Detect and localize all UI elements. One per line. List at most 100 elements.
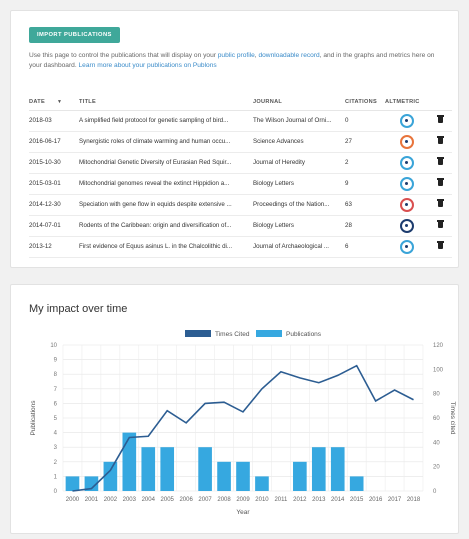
table-row[interactable]: 2013-12 First evidence of Equus asinus L.…	[29, 236, 452, 258]
y-axis-title: Publications	[30, 400, 37, 436]
x-tick-label: 2003	[123, 497, 137, 503]
publication-title[interactable]: Mitochondrial Genetic Diversity of Euras…	[79, 152, 253, 174]
y-tick-label: 7	[54, 387, 58, 393]
y-tick-label: 5	[54, 416, 58, 422]
altmetric-badge-icon[interactable]	[400, 197, 414, 212]
bar-publications	[236, 461, 250, 491]
publications-table: DATE ▼ TITLE JOURNAL CITATIONS ALTMETRIC …	[29, 95, 452, 258]
publication-journal: Journal of Archaeological ...	[253, 236, 345, 258]
date-header-label: DATE	[29, 99, 46, 106]
bar-publications	[198, 447, 212, 491]
x-tick-label: 2009	[236, 497, 250, 503]
altmetric-cell	[385, 215, 429, 237]
publication-date: 2014-07-01	[29, 215, 79, 237]
impact-card: My impact over time Times Cited Publicati…	[10, 284, 459, 534]
publication-title[interactable]: Rodents of the Caribbean: origin and div…	[79, 215, 253, 237]
delete-cell	[429, 110, 452, 132]
intro-prefix: Use this page to control the publication…	[29, 52, 218, 59]
altmetric-badge-icon[interactable]	[400, 218, 414, 233]
x-axis-title: Year	[236, 509, 250, 516]
learn-more-link[interactable]: Learn more about your publications on Pu…	[79, 62, 217, 69]
y-tick-label: 10	[50, 343, 57, 349]
publication-title[interactable]: Speciation with gene flow in equids desp…	[79, 194, 253, 216]
delete-cell	[429, 194, 452, 216]
x-tick-label: 2015	[350, 497, 364, 503]
publication-journal: Biology Letters	[253, 173, 345, 195]
altmetric-badge-icon[interactable]	[400, 113, 414, 128]
x-tick-label: 2013	[312, 497, 326, 503]
x-tick-label: 2004	[142, 497, 156, 503]
publication-journal: Proceedings of the Nation...	[253, 194, 345, 216]
impact-title: My impact over time	[29, 303, 128, 315]
import-publications-button[interactable]: IMPORT PUBLICATIONS	[29, 27, 120, 43]
journal-column-header[interactable]: JOURNAL	[253, 95, 345, 111]
trash-icon[interactable]	[437, 220, 444, 229]
y-tick-label: 4	[54, 431, 58, 437]
altmetric-badge-icon[interactable]	[400, 239, 414, 254]
y-tick-label: 3	[54, 445, 58, 451]
publication-journal: The Wilson Journal of Orni...	[253, 110, 345, 132]
x-tick-label: 2014	[331, 497, 345, 503]
public-profile-link[interactable]: public profile	[218, 52, 255, 59]
y2-axis-title: Times cited	[449, 402, 456, 435]
table-row[interactable]: 2014-12-30 Speciation with gene flow in e…	[29, 194, 452, 216]
altmetric-badge-icon[interactable]	[400, 134, 414, 149]
y-tick-label: 9	[54, 358, 58, 364]
legend-swatch-times-cited	[185, 330, 211, 337]
altmetric-column-header[interactable]: ALTMETRIC	[385, 95, 429, 111]
bar-publications	[103, 461, 118, 491]
table-header-row: DATE ▼ TITLE JOURNAL CITATIONS ALTMETRIC	[29, 95, 452, 111]
y2-tick-label: 20	[433, 465, 440, 471]
y-tick-label: 2	[54, 460, 58, 466]
downloadable-record-link[interactable]: downloadable record	[258, 52, 319, 59]
trash-icon[interactable]	[437, 157, 444, 166]
publication-title[interactable]: Synergistic roles of climate warming and…	[79, 131, 253, 153]
x-tick-label: 2002	[104, 497, 118, 503]
publications-card: IMPORT PUBLICATIONS Use this page to con…	[10, 10, 459, 268]
y2-tick-label: 120	[433, 343, 444, 349]
publication-citations: 63	[345, 194, 385, 216]
trash-icon[interactable]	[437, 115, 444, 124]
sort-down-icon[interactable]: ▼	[57, 99, 62, 105]
bar-publications	[217, 461, 231, 491]
title-column-header[interactable]: TITLE	[79, 95, 253, 111]
publication-citations: 9	[345, 173, 385, 195]
x-tick-label: 2016	[369, 497, 383, 503]
publication-journal: Journal of Heredity	[253, 152, 345, 174]
table-row[interactable]: 2015-03-01 Mitochondrial genomes reveal t…	[29, 173, 452, 195]
trash-icon[interactable]	[437, 178, 444, 187]
publication-date: 2018-03	[29, 110, 79, 132]
delete-cell	[429, 236, 452, 258]
legend-swatch-publications	[256, 330, 282, 337]
trash-icon[interactable]	[437, 136, 444, 145]
bar-publications	[293, 461, 307, 491]
x-tick-label: 2005	[161, 497, 175, 503]
y2-tick-label: 40	[433, 440, 440, 446]
bar-publications	[311, 447, 326, 491]
date-column-header[interactable]: DATE ▼	[29, 95, 79, 111]
altmetric-badge-icon[interactable]	[400, 155, 414, 170]
publication-title[interactable]: A simplified field protocol for genetic …	[79, 110, 253, 132]
bar-publications	[160, 447, 175, 491]
x-tick-label: 2001	[85, 497, 99, 503]
bar-publications	[349, 476, 364, 491]
x-tick-label: 2007	[198, 497, 212, 503]
table-row[interactable]: 2018-03 A simplified field protocol for g…	[29, 110, 452, 132]
publication-title[interactable]: First evidence of Equus asinus L. in the…	[79, 236, 253, 258]
trash-icon[interactable]	[437, 199, 444, 208]
x-tick-label: 2011	[274, 497, 288, 503]
table-row[interactable]: 2015-10-30 Mitochondrial Genetic Diversit…	[29, 152, 452, 174]
table-row[interactable]: 2014-07-01 Rodents of the Caribbean: orig…	[29, 215, 452, 237]
publication-citations: 6	[345, 236, 385, 258]
y-tick-label: 0	[54, 489, 58, 495]
table-row[interactable]: 2016-06-17 Synergistic roles of climate w…	[29, 131, 452, 153]
x-tick-label: 2010	[255, 497, 269, 503]
publication-title[interactable]: Mitochondrial genomes reveal the extinct…	[79, 173, 253, 195]
citations-column-header[interactable]: CITATIONS	[345, 95, 385, 111]
publication-date: 2015-03-01	[29, 173, 79, 195]
altmetric-badge-icon[interactable]	[400, 176, 414, 191]
bar-publications	[255, 476, 269, 491]
trash-icon[interactable]	[437, 241, 444, 250]
y-tick-label: 1	[54, 474, 58, 480]
publication-date: 2015-10-30	[29, 152, 79, 174]
